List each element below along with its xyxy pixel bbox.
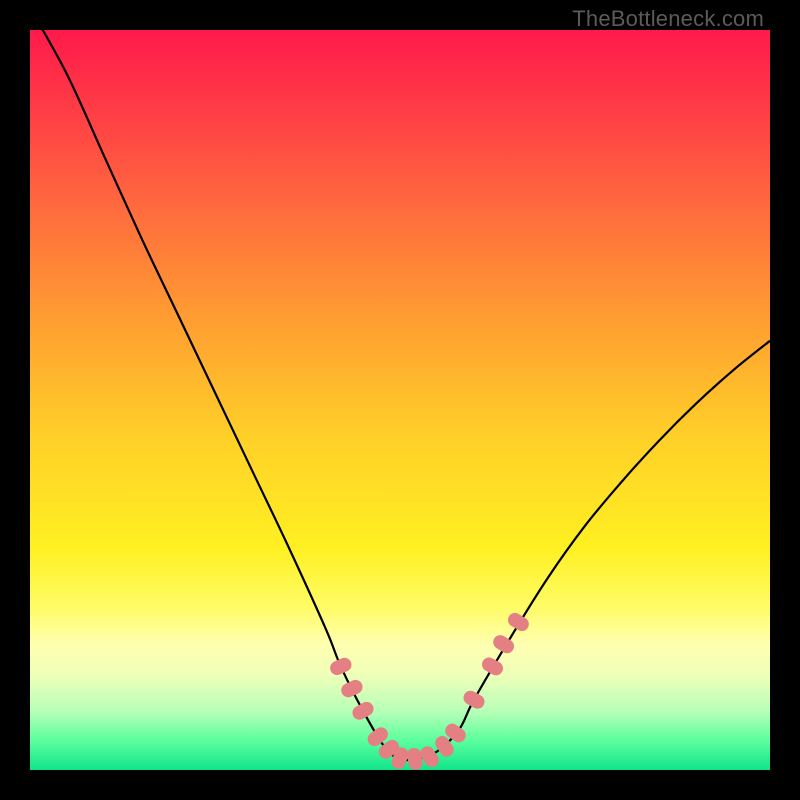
bead bbox=[505, 610, 531, 633]
bottleneck-curve-svg bbox=[30, 30, 770, 770]
plot-area bbox=[30, 30, 770, 770]
outer-frame: TheBottleneck.com bbox=[0, 0, 800, 800]
highlight-beads bbox=[328, 610, 532, 770]
bead bbox=[350, 699, 376, 722]
bead bbox=[406, 747, 424, 770]
bead bbox=[339, 678, 365, 700]
bead bbox=[461, 688, 487, 711]
bottleneck-curve bbox=[30, 30, 770, 760]
bead bbox=[479, 655, 505, 678]
bead bbox=[328, 655, 354, 677]
watermark-text: TheBottleneck.com bbox=[572, 6, 764, 32]
